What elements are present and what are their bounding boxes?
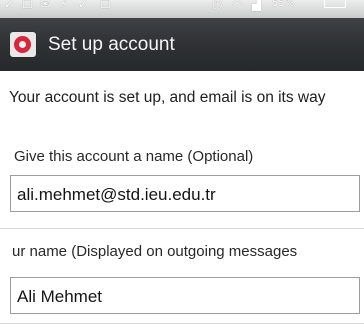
notification-icon: ✉ — [40, 0, 51, 11]
notification-icon: ✓ — [78, 0, 89, 11]
action-bar: Set up account — [0, 18, 364, 71]
email-app-icon[interactable] — [10, 32, 36, 57]
section-divider — [0, 228, 364, 229]
battery-icon — [324, 0, 346, 8]
signal-icon: ▟ — [252, 0, 262, 11]
page-title: Set up account — [48, 34, 175, 55]
your-name-label: ur name (Displayed on outgoing messages — [12, 243, 298, 260]
battery-percent: 55% — [272, 0, 295, 9]
account-name-label: Give this account a name (Optional) — [14, 148, 254, 165]
notification-icon: ⚡ — [60, 0, 69, 11]
status-bar: ✓ ☐ ✉ ⚡ ✓ ☐ ◴ ◠ ▟ 55% — [0, 0, 364, 18]
account-name-field[interactable]: ali.mehmet@std.ieu.edu.tr — [10, 175, 360, 212]
alarm-icon: ◴ — [212, 0, 223, 11]
section-divider — [0, 323, 364, 324]
notification-icon: ☐ — [22, 0, 33, 11]
notification-icon: ☐ — [100, 0, 111, 11]
wifi-icon: ◠ — [232, 0, 243, 11]
notification-icon: ✓ — [4, 0, 15, 11]
your-name-field[interactable]: Ali Mehmet — [10, 277, 360, 314]
setup-complete-message: Your account is set up, and email is on … — [9, 89, 326, 106]
